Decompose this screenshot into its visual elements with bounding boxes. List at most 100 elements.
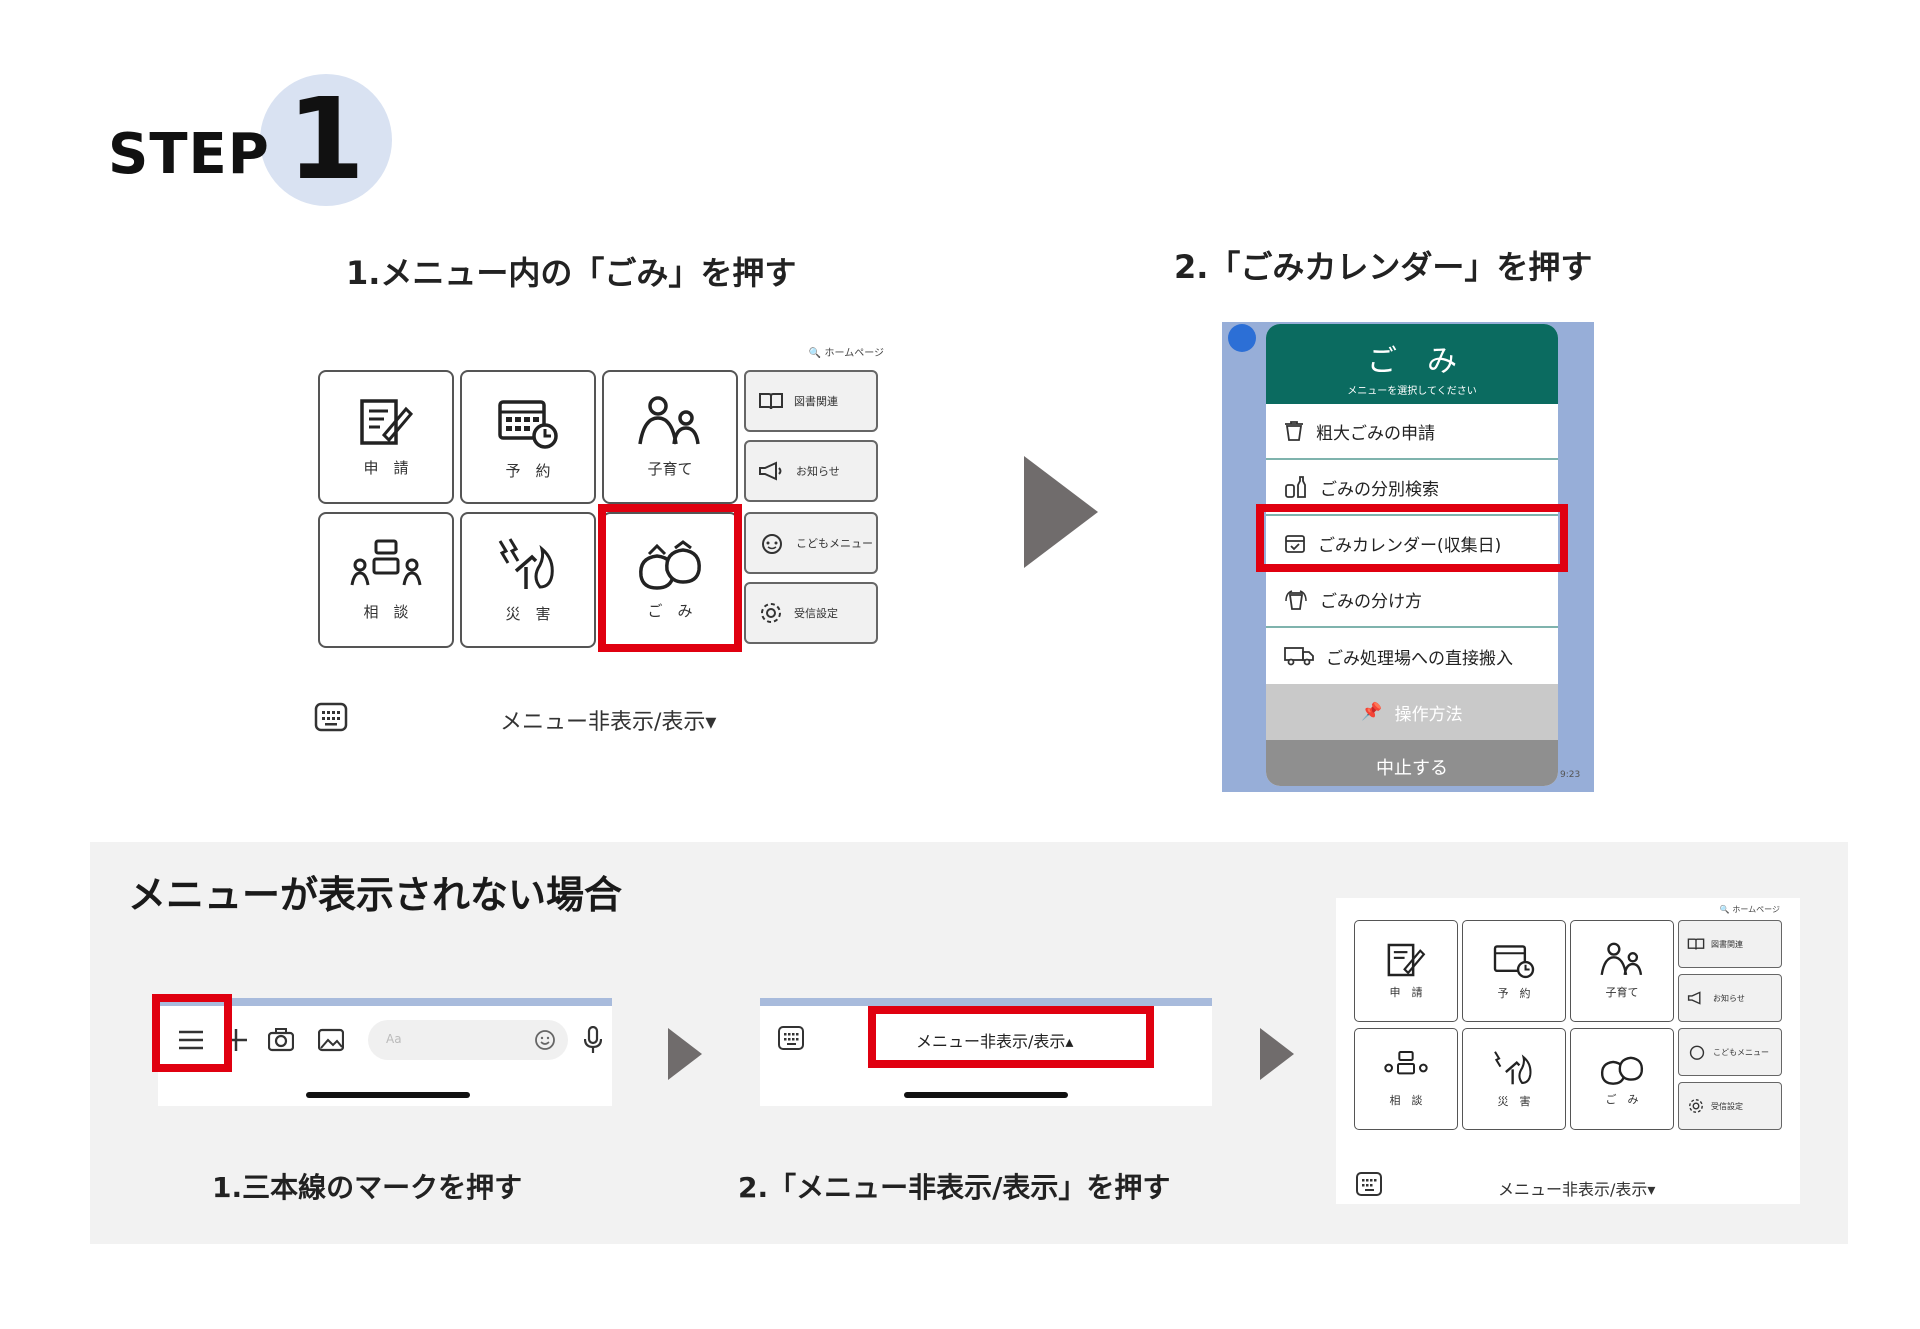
parent-child-icon	[638, 395, 700, 444]
gomi-item-direct-delivery[interactable]: ごみ処理場への直接搬入	[1266, 628, 1558, 684]
gomi-item-label: ごみの分け方	[1320, 591, 1422, 612]
gomi-item-label: ごみ処理場への直接搬入	[1326, 648, 1513, 669]
search-icon: 🔍	[808, 348, 822, 359]
side-button-kids-menu[interactable]: こどもメニュー	[744, 512, 878, 574]
child-face-icon	[1689, 1045, 1705, 1060]
side-button-settings[interactable]: 受信設定	[1678, 1082, 1782, 1130]
search-icon: 🔍	[1719, 905, 1730, 914]
tile-yoyaku[interactable]: 予 約	[1462, 920, 1566, 1022]
message-input-placeholder: Aa	[386, 1032, 402, 1046]
side-button-label: こどもメニュー	[1713, 1047, 1769, 1057]
side-button-kids-menu[interactable]: こどもメニュー	[1678, 1028, 1782, 1076]
camera-icon[interactable]	[268, 1028, 294, 1052]
megaphone-icon	[759, 461, 782, 481]
tile-label: ご み	[1605, 1093, 1639, 1106]
tile-shinsei[interactable]: 申 請	[1354, 920, 1458, 1022]
tile-label: 予 約	[1497, 987, 1531, 1000]
tile-label: 申 請	[363, 458, 409, 477]
side-button-news[interactable]: お知らせ	[744, 440, 878, 502]
tile-label: 災 害	[1497, 1095, 1531, 1108]
rich-menu-small: 🔍 ホームページ 申 請 予 約 子育て 相 談 災 害 ご み 図書関連 お知…	[1336, 898, 1800, 1204]
tile-kosodate[interactable]: 子育て	[602, 370, 738, 504]
tile-kosodate[interactable]: 子育て	[1570, 920, 1674, 1022]
cancel-button[interactable]: 中止する	[1266, 740, 1558, 786]
home-indicator	[904, 1092, 1068, 1098]
caption-step1-tap-gomi: 1.メニュー内の「ごみ」を押す	[346, 254, 797, 292]
tile-label: 予 約	[505, 461, 551, 480]
side-button-label: こどもメニュー	[796, 537, 873, 550]
microphone-icon[interactable]	[584, 1026, 602, 1054]
calendar-clock-icon	[498, 399, 558, 449]
highlight-toggle	[868, 1006, 1154, 1068]
avatar	[1228, 324, 1256, 352]
menu-toggle-label[interactable]: メニュー非表示/表示▾	[1498, 1176, 1655, 1200]
keyboard-icon[interactable]	[314, 702, 348, 732]
message-time: 9:23	[1560, 770, 1581, 780]
gear-icon	[1689, 1099, 1703, 1113]
home-indicator	[306, 1092, 470, 1098]
tile-saigai[interactable]: 災 害	[460, 512, 596, 648]
gomi-menu-header: ご み メニューを選択してください	[1266, 324, 1558, 404]
tile-gomi[interactable]: ご み	[1570, 1028, 1674, 1130]
message-input[interactable]: Aa	[368, 1020, 568, 1060]
tile-saigai[interactable]: 災 害	[1462, 1028, 1566, 1130]
application-form-icon	[1387, 943, 1426, 977]
tile-yoyaku[interactable]: 予 約	[460, 370, 596, 504]
side-button-label: 図書関連	[1711, 939, 1743, 949]
gomi-item-bulky[interactable]: 粗大ごみの申請	[1266, 404, 1558, 460]
parent-child-icon	[1600, 942, 1643, 976]
gomi-item-label: 粗大ごみの申請	[1316, 423, 1435, 444]
child-face-icon	[762, 534, 782, 554]
homepage-link[interactable]: ホームページ	[825, 348, 885, 359]
side-button-news[interactable]: お知らせ	[1678, 974, 1782, 1022]
truck-icon	[1284, 647, 1314, 666]
calendar-clock-icon	[1493, 945, 1535, 979]
side-button-library[interactable]: 図書関連	[1678, 920, 1782, 968]
howto-label: 操作方法	[1394, 704, 1463, 725]
gomi-item-label: ごみの分別検索	[1320, 479, 1439, 500]
consultation-icon	[1384, 1051, 1428, 1075]
book-icon	[759, 393, 783, 410]
caption-step2-tap-calendar: 2.「ごみカレンダー」を押す	[1174, 248, 1593, 286]
gomi-item-how-to-sort[interactable]: ごみの分け方	[1266, 572, 1558, 628]
caption-step2-tap-toggle: 2.「メニュー非表示/表示」を押す	[738, 1171, 1171, 1204]
highlight-calendar-item	[1256, 504, 1568, 572]
trash-can-icon	[1285, 421, 1303, 441]
highlight-hamburger	[152, 994, 232, 1072]
tile-soudan[interactable]: 相 談	[1354, 1028, 1458, 1130]
menu-toggle-label[interactable]: メニュー非表示/表示▾	[500, 704, 716, 736]
tile-label: 相 談	[1389, 1094, 1423, 1107]
tile-soudan[interactable]: 相 談	[318, 512, 454, 648]
emoji-icon[interactable]	[534, 1029, 556, 1051]
recycle-bin-icon	[1285, 590, 1307, 610]
application-form-icon	[360, 398, 414, 445]
arrow-right-icon	[1024, 456, 1098, 568]
side-button-label: お知らせ	[1713, 993, 1745, 1003]
step-label: STEP	[108, 122, 270, 187]
tile-label: 申 請	[1389, 986, 1423, 999]
tile-label: 災 害	[505, 604, 551, 623]
side-button-label: お知らせ	[796, 465, 840, 478]
keyboard-icon[interactable]	[778, 1026, 804, 1050]
consultation-icon	[350, 539, 422, 585]
keyboard-icon[interactable]	[1356, 1172, 1382, 1196]
tile-label: 子育て	[1605, 986, 1639, 999]
step-number: 1	[287, 75, 365, 205]
megaphone-icon	[1687, 991, 1701, 1005]
tile-shinsei[interactable]: 申 請	[318, 370, 454, 504]
caption-step1-tap-hamburger: 1.三本線のマークを押す	[212, 1171, 523, 1204]
toggle-bar-top-strip	[760, 998, 1212, 1006]
tile-label: 相 談	[363, 602, 409, 621]
panel-heading: メニューが表示されない場合	[128, 873, 623, 917]
image-icon[interactable]	[318, 1028, 344, 1052]
gomi-menu-subtitle: メニューを選択してください	[1347, 386, 1477, 397]
homepage-link[interactable]: ホームページ	[1732, 905, 1780, 914]
howto-button[interactable]: 📌 操作方法	[1266, 684, 1558, 740]
pin-icon: 📌	[1361, 702, 1383, 722]
tile-label: 子育て	[647, 459, 693, 478]
side-button-label: 受信設定	[794, 607, 838, 620]
side-button-library[interactable]: 図書関連	[744, 370, 878, 432]
side-button-settings[interactable]: 受信設定	[744, 582, 878, 644]
arrow-right-icon	[668, 1028, 702, 1080]
side-button-label: 受信設定	[1711, 1101, 1743, 1111]
